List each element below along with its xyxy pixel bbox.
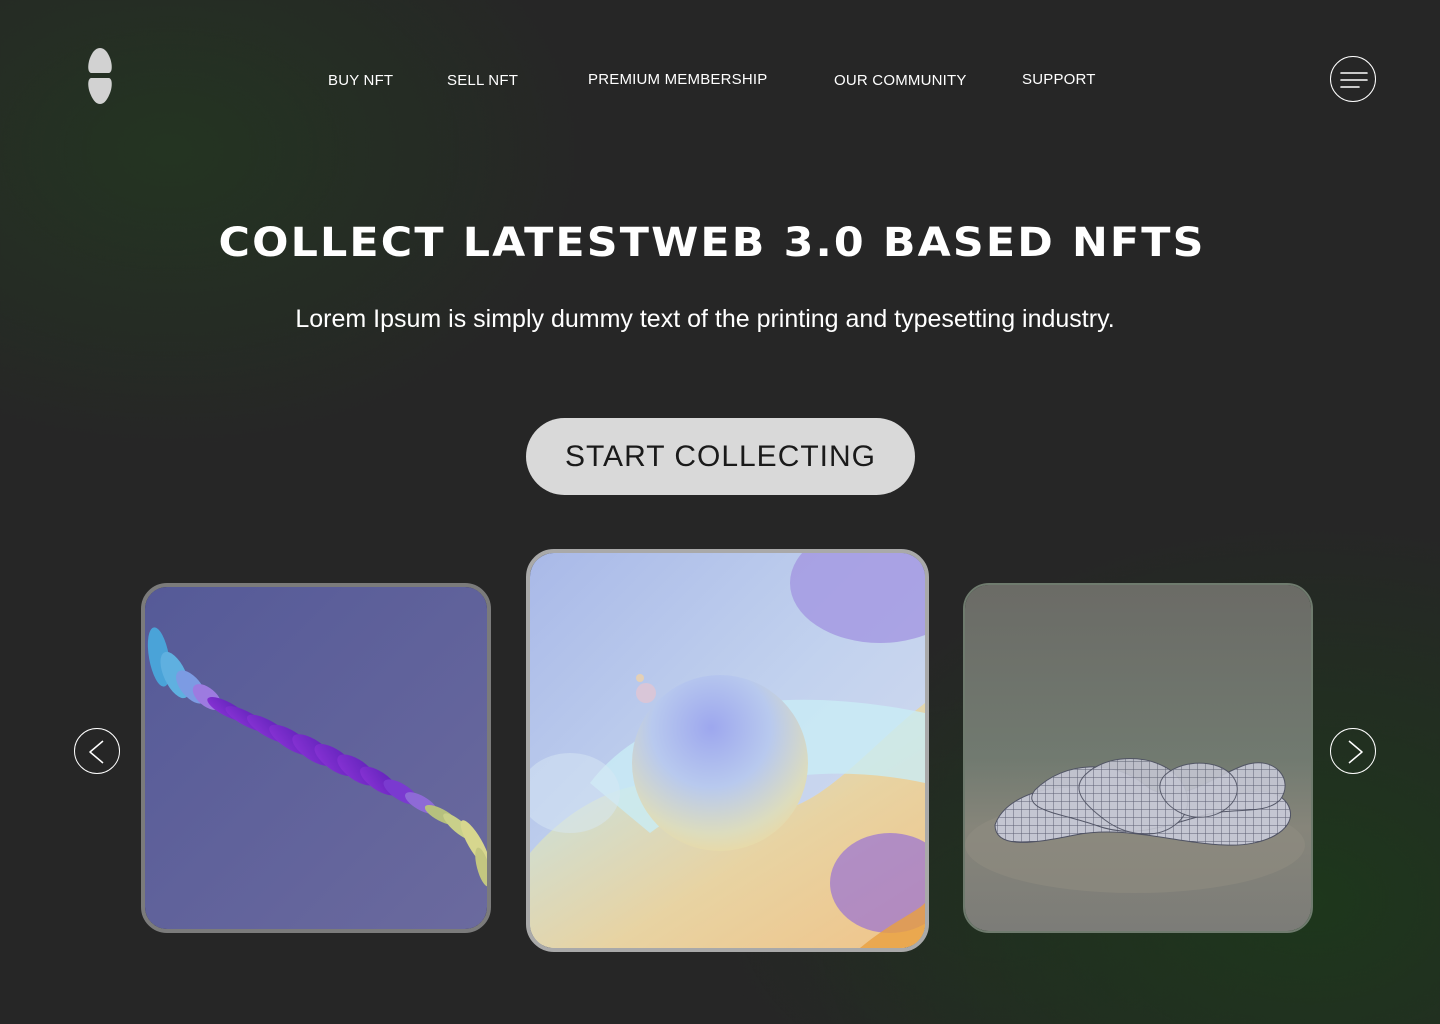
nav-link-sell-nft[interactable]: SELL NFT	[447, 72, 518, 89]
wireframe-knot-artwork	[965, 585, 1311, 931]
hero-subtitle: Lorem Ipsum is simply dummy text of the …	[295, 305, 1115, 333]
pastel-sphere-artwork	[530, 553, 925, 948]
carousel-next-button[interactable]	[1330, 728, 1376, 774]
logo-icon[interactable]	[86, 47, 114, 105]
nft-card[interactable]	[141, 583, 491, 933]
nft-card[interactable]	[963, 583, 1313, 933]
nav-link-support[interactable]: SUPPORT	[1022, 71, 1096, 88]
start-collecting-button[interactable]: START COLLECTING	[526, 418, 915, 495]
nav-link-buy-nft[interactable]: BUY NFT	[328, 72, 393, 89]
nav-link-premium-membership[interactable]: PREMIUM MEMBERSHIP	[588, 71, 767, 88]
nav-link-our-community[interactable]: OUR COMMUNITY	[834, 72, 967, 89]
chevron-right-icon	[1348, 740, 1363, 764]
menu-button[interactable]	[1330, 56, 1376, 102]
hero-title: COLLECT LATESTWEB 3.0 BASED NFTS	[218, 220, 1206, 266]
nft-card-featured[interactable]	[526, 549, 929, 952]
purple-ellipse-spiral-artwork	[145, 587, 487, 929]
hamburger-menu-icon	[1340, 72, 1368, 88]
chevron-left-icon	[89, 740, 104, 764]
carousel-prev-button[interactable]	[74, 728, 120, 774]
